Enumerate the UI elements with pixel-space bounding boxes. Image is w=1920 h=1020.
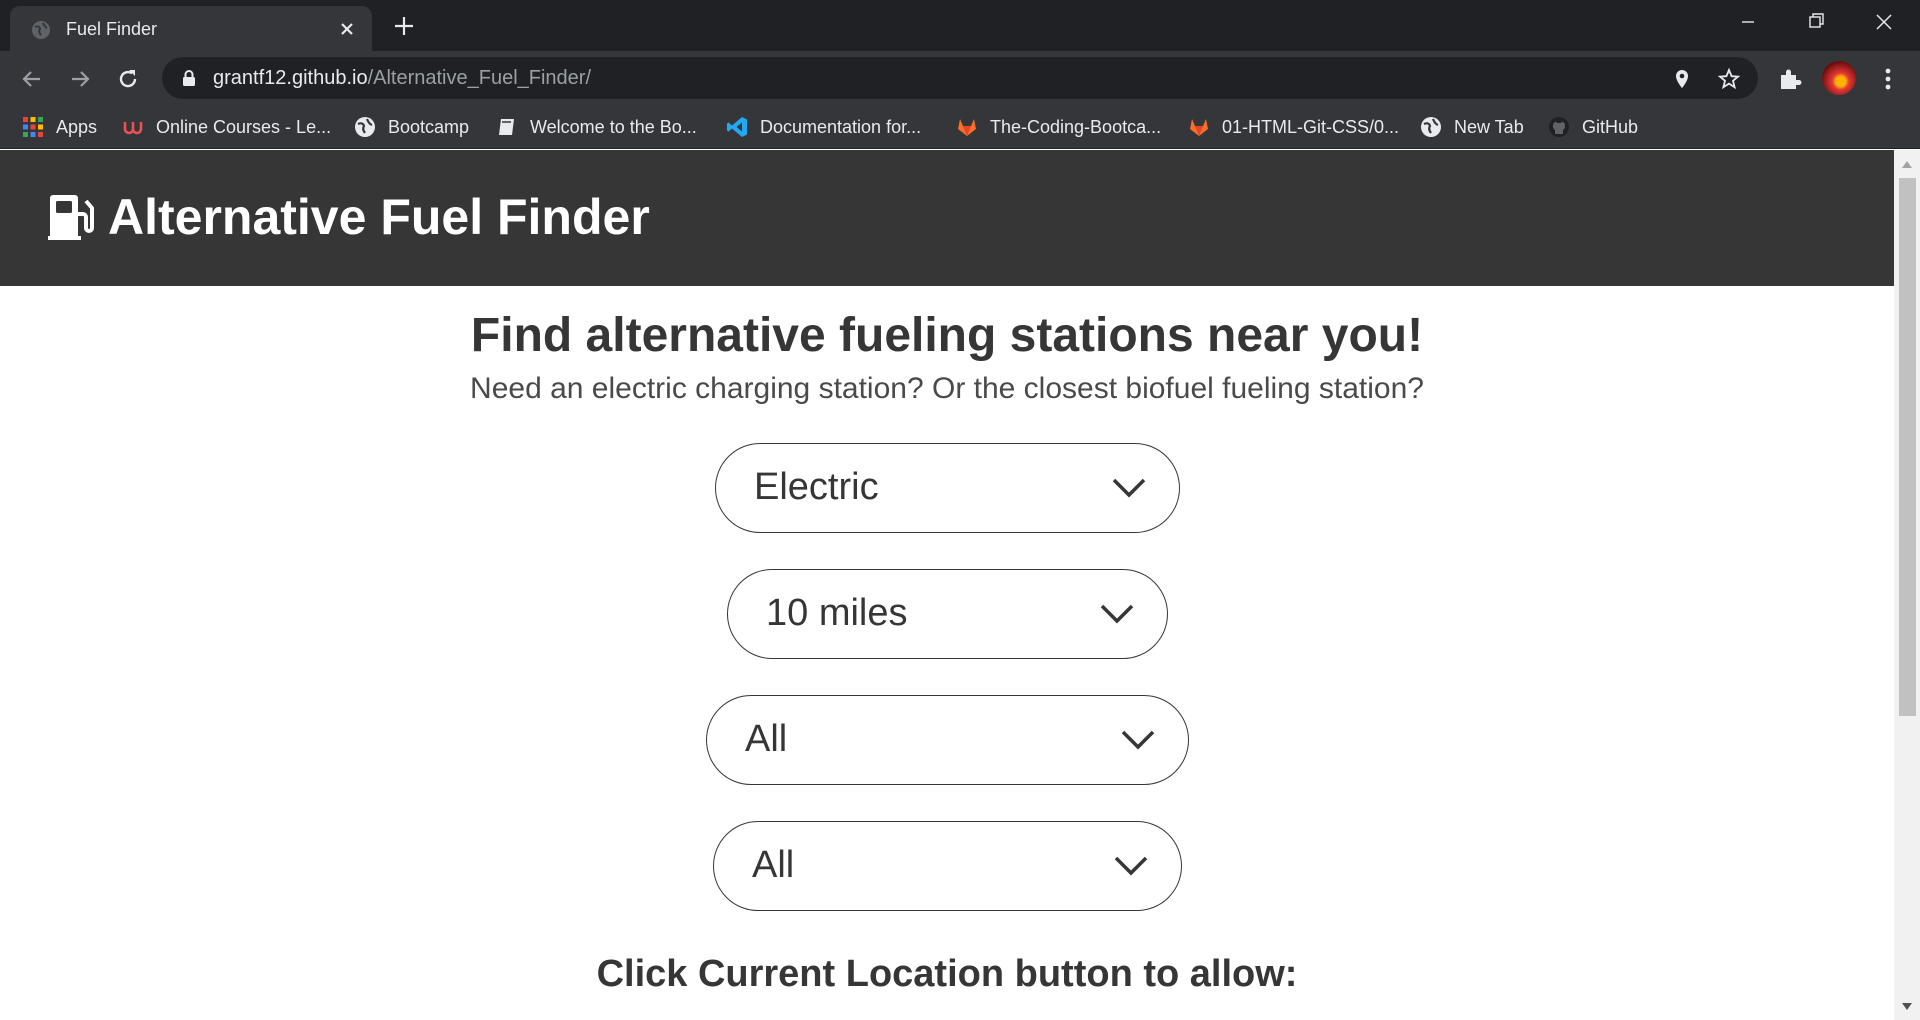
- profile-avatar[interactable]: [1822, 61, 1856, 95]
- address-bar[interactable]: grantf12.github.io/Alternative_Fuel_Find…: [162, 57, 1758, 99]
- bookmark-label: Documentation for...: [760, 116, 922, 137]
- github-icon: [1549, 117, 1569, 137]
- fuel-type-value: Electric: [754, 466, 879, 508]
- bookmark-apps[interactable]: Apps: [22, 115, 97, 139]
- gitlab-icon: [958, 119, 976, 136]
- scroll-down-icon[interactable]: [1901, 1002, 1913, 1012]
- filter-select-1[interactable]: All: [706, 695, 1189, 785]
- page-subhead: Need an electric charging station? Or th…: [470, 372, 1424, 405]
- reload-icon[interactable]: [114, 65, 142, 93]
- scroll-up-icon[interactable]: [1901, 159, 1913, 169]
- lock-icon[interactable]: [181, 69, 197, 87]
- book-icon: [499, 119, 514, 135]
- bookmark-html-git-css[interactable]: 01-HTML-Git-CSS/0...: [1188, 115, 1399, 139]
- bookmark-label: Welcome to the Bo...: [530, 116, 697, 137]
- bookmark-star-icon[interactable]: [1717, 67, 1741, 91]
- bookmark-label: Online Courses - Le...: [156, 116, 332, 137]
- site-title: Alternative Fuel Finder: [108, 189, 650, 245]
- page-headline: Find alternative fueling stations near y…: [470, 309, 1424, 362]
- chevron-down-icon: [1112, 478, 1146, 498]
- scroll-thumb[interactable]: [1899, 178, 1916, 716]
- page-scrollbar[interactable]: [1894, 150, 1920, 1020]
- bookmark-label: 01-HTML-Git-CSS/0...: [1222, 116, 1400, 137]
- bookmark-label: New Tab: [1454, 116, 1524, 137]
- bookmarks-bar: Apps Online Courses - Le... Bootcamp Wel…: [0, 105, 1920, 149]
- vscode-icon: [727, 117, 747, 137]
- site-header: Alternative Fuel Finder: [0, 150, 1894, 286]
- bookmark-github[interactable]: GitHub: [1548, 115, 1638, 139]
- bookmark-bootcamp[interactable]: Bootcamp: [354, 115, 469, 139]
- browser-toolbar: grantf12.github.io/Alternative_Fuel_Find…: [0, 51, 1920, 105]
- chevron-down-icon: [1100, 604, 1134, 624]
- chevron-down-icon: [1121, 730, 1155, 750]
- new-tab-icon[interactable]: [390, 12, 418, 40]
- url-text: grantf12.github.io/Alternative_Fuel_Find…: [213, 67, 592, 89]
- back-icon[interactable]: [18, 65, 46, 93]
- bookmark-online-courses[interactable]: Online Courses - Le...: [122, 115, 331, 139]
- minimize-icon[interactable]: [1726, 8, 1770, 36]
- bookmark-new-tab[interactable]: New Tab: [1420, 115, 1524, 139]
- bookmark-documentation[interactable]: Documentation for...: [726, 115, 921, 139]
- fuel-type-select[interactable]: Electric: [715, 443, 1180, 533]
- bookmark-label: Apps: [56, 116, 98, 137]
- globe-icon: [355, 117, 375, 137]
- location-pin-icon[interactable]: [1670, 67, 1694, 91]
- chevron-down-icon: [1114, 856, 1148, 876]
- apps-grid-icon: [23, 117, 43, 137]
- bookmark-label: GitHub: [1582, 116, 1639, 137]
- globe-icon: [32, 21, 50, 39]
- filter-1-value: All: [745, 718, 788, 760]
- filter-2-value: All: [752, 844, 795, 886]
- distance-value: 10 miles: [766, 592, 908, 634]
- browser-tab[interactable]: Fuel Finder: [10, 6, 372, 51]
- udemy-icon: [123, 122, 143, 135]
- close-window-icon[interactable]: [1862, 8, 1906, 36]
- restore-icon[interactable]: [1794, 8, 1838, 36]
- page-viewport: Alternative Fuel Finder Find alternative…: [0, 150, 1894, 1020]
- globe-icon: [1421, 117, 1441, 137]
- filter-select-2[interactable]: All: [713, 821, 1182, 911]
- close-tab-icon[interactable]: [334, 16, 360, 42]
- forward-icon[interactable]: [66, 65, 94, 93]
- bookmark-welcome[interactable]: Welcome to the Bo...: [496, 115, 697, 139]
- bookmark-label: Bootcamp: [388, 116, 470, 137]
- extensions-icon[interactable]: [1776, 65, 1804, 93]
- browser-tabstrip: Fuel Finder: [0, 0, 1920, 51]
- location-prompt: Click Current Location button to allow:: [596, 953, 1298, 995]
- distance-select[interactable]: 10 miles: [727, 569, 1168, 659]
- gitlab-icon: [1190, 119, 1208, 136]
- tab-title: Fuel Finder: [66, 19, 158, 39]
- bookmark-coding-bootcamp[interactable]: The-Coding-Bootca...: [956, 115, 1161, 139]
- gas-pump-icon: [48, 195, 94, 240]
- bookmark-label: The-Coding-Bootca...: [990, 116, 1162, 137]
- more-menu-icon[interactable]: [1874, 65, 1902, 93]
